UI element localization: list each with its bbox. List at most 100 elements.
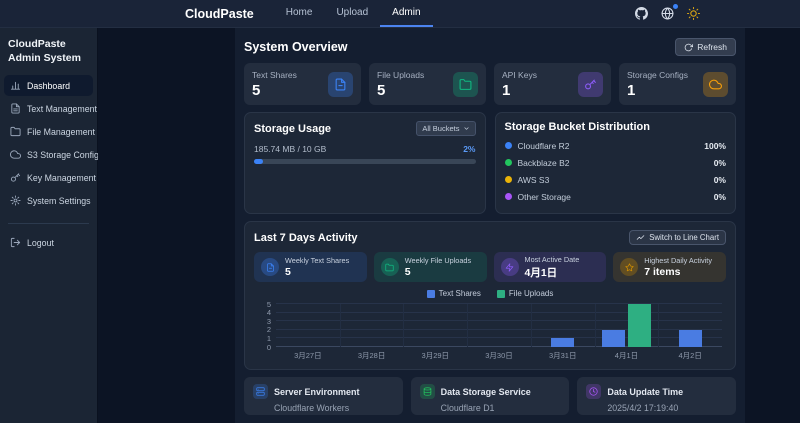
activity-chip-weekly-file-uploads: Weekly File Uploads5: [374, 252, 487, 282]
storage-usage-progress-track: [254, 159, 476, 164]
bucket-filter-dropdown[interactable]: All Buckets: [416, 121, 475, 136]
stat-label: Storage Configs: [627, 70, 688, 80]
storage-usage-text: 185.74 MB / 10 GB: [254, 144, 326, 154]
nav-link-admin[interactable]: Admin: [380, 0, 432, 27]
sidebar-item-label: S3 Storage Config: [27, 150, 99, 160]
sidebar-item-logout[interactable]: Logout: [4, 232, 93, 253]
stat-label: API Keys: [502, 70, 537, 80]
key-icon: [584, 78, 597, 91]
bar-text-shares[interactable]: [602, 330, 625, 347]
language-icon[interactable]: [661, 7, 674, 20]
key-icon: [10, 172, 21, 183]
chip-icon-box: [261, 258, 279, 276]
star-icon: [625, 263, 634, 272]
bar-text-shares[interactable]: [551, 338, 574, 347]
bucket-distribution-panel: Storage Bucket Distribution Cloudflare R…: [495, 112, 737, 214]
bar-file-uploads[interactable]: [628, 304, 651, 347]
mid-panels: Storage Usage All Buckets 185.74 MB / 10…: [244, 112, 736, 214]
info-card-server-environment: Server EnvironmentCloudflare Workers: [244, 377, 403, 415]
sidebar-nav: DashboardText ManagementFile ManagementS…: [0, 75, 97, 211]
sidebar-divider: [8, 223, 89, 224]
info-card-label: Data Update Time: [607, 387, 683, 397]
x-axis-label: 3月31日: [531, 350, 595, 361]
clock-icon: [589, 387, 598, 396]
sidebar-item-system-settings[interactable]: System Settings: [4, 190, 93, 211]
bucket-percent: 0%: [714, 192, 726, 202]
sidebar-item-text-management[interactable]: Text Management: [4, 98, 93, 119]
refresh-button[interactable]: Refresh: [675, 38, 736, 56]
sidebar: CloudPaste Admin System DashboardText Ma…: [0, 28, 98, 423]
info-card-icon-box: [420, 384, 435, 399]
sidebar-item-label: Key Management: [27, 173, 96, 183]
nav-link-home[interactable]: Home: [274, 0, 325, 27]
bucket-distribution-rows: Cloudflare R2100%Backblaze B20%AWS S30%O…: [505, 137, 727, 205]
info-card-header: Server Environment: [253, 384, 394, 399]
x-axis-label: 4月2日: [658, 350, 722, 361]
chip-icon-box: [381, 258, 399, 276]
chip-text: Highest Daily Activity7 items: [644, 256, 712, 278]
github-icon[interactable]: [635, 7, 648, 20]
chip-text: Weekly File Uploads5: [405, 256, 471, 278]
x-axis-label: 3月27日: [276, 350, 340, 361]
bucket-row-backblaze-b2: Backblaze B20%: [505, 154, 727, 171]
activity-title: Last 7 Days Activity: [254, 232, 358, 244]
y-axis-label: 2: [255, 326, 271, 334]
activity-chips: Weekly Text Shares5Weekly File Uploads5M…: [254, 252, 726, 282]
top-navbar: CloudPaste HomeUploadAdmin: [0, 0, 800, 28]
nav-link-upload[interactable]: Upload: [324, 0, 380, 27]
bar-text-shares[interactable]: [679, 330, 702, 347]
legend-item-text-shares: Text Shares: [427, 289, 481, 298]
stat-card-api-keys: API Keys 1: [494, 63, 611, 105]
bucket-percent: 100%: [704, 141, 726, 151]
chart-slot-3-29: [403, 304, 467, 347]
storage-usage-percent: 2%: [463, 144, 475, 154]
chart-slot-4-2: [658, 304, 722, 347]
activity-chip-most-active-date: Most Active Date4月1日: [494, 252, 607, 282]
chip-icon-box: [501, 258, 519, 276]
sidebar-item-file-management[interactable]: File Management: [4, 121, 93, 142]
chart-plot: 012345: [276, 304, 722, 347]
activity-chart: Text Shares File Uploads 012345 3月27日3月28…: [254, 289, 726, 361]
theme-sun-icon[interactable]: [687, 7, 700, 20]
content-panel: System Overview Refresh Text Shares5File…: [235, 28, 745, 423]
dashboard-icon: [10, 80, 21, 91]
chart-slot-3-31: [531, 304, 595, 347]
sidebar-item-label: File Management: [27, 127, 95, 137]
info-card-header: Data Update Time: [586, 384, 727, 399]
line-chart-icon: [636, 233, 645, 242]
bucket-row-cloudflare-r2: Cloudflare R2100%: [505, 137, 727, 154]
sidebar-item-label: System Settings: [27, 196, 91, 206]
stat-value: 1: [627, 82, 688, 99]
sidebar-item-dashboard[interactable]: Dashboard: [4, 75, 93, 96]
info-card-icon-box: [586, 384, 601, 399]
refresh-label: Refresh: [697, 42, 727, 52]
info-card-value: Cloudflare D1: [441, 403, 561, 413]
bucket-color-dot: [505, 193, 512, 200]
info-card-label: Server Environment: [274, 387, 360, 397]
refresh-icon: [684, 43, 693, 52]
legend-label: File Uploads: [509, 289, 553, 298]
stat-cards: Text Shares5File Uploads5API Keys1Storag…: [244, 63, 736, 105]
x-axis-label: 3月28日: [340, 350, 404, 361]
sidebar-item-label: Text Management: [27, 104, 97, 114]
info-card-label: Data Storage Service: [441, 387, 531, 397]
bucket-color-dot: [505, 159, 512, 166]
sidebar-item-key-management[interactable]: Key Management: [4, 167, 93, 188]
activity-panel: Last 7 Days Activity Switch to Line Char…: [244, 221, 736, 370]
legend-swatch: [427, 290, 435, 298]
navbar-actions: [635, 7, 700, 20]
legend-item-file-uploads: File Uploads: [497, 289, 553, 298]
stat-card-storage-configs: Storage Configs 1: [619, 63, 736, 105]
stat-icon-box: [453, 72, 478, 97]
brand-logo[interactable]: CloudPaste: [185, 7, 254, 21]
x-axis-label: 3月29日: [403, 350, 467, 361]
lightning-icon: [505, 263, 514, 272]
folder-icon: [10, 126, 21, 137]
sidebar-item-s3-storage-config[interactable]: S3 Storage Config: [4, 144, 93, 165]
x-axis-label: 4月1日: [595, 350, 659, 361]
stat-value: 1: [502, 82, 537, 99]
switch-chart-button[interactable]: Switch to Line Chart: [629, 230, 726, 245]
bucket-filter-label: All Buckets: [422, 124, 459, 133]
info-card-header: Data Storage Service: [420, 384, 561, 399]
stat-card-file-uploads: File Uploads5: [369, 63, 486, 105]
